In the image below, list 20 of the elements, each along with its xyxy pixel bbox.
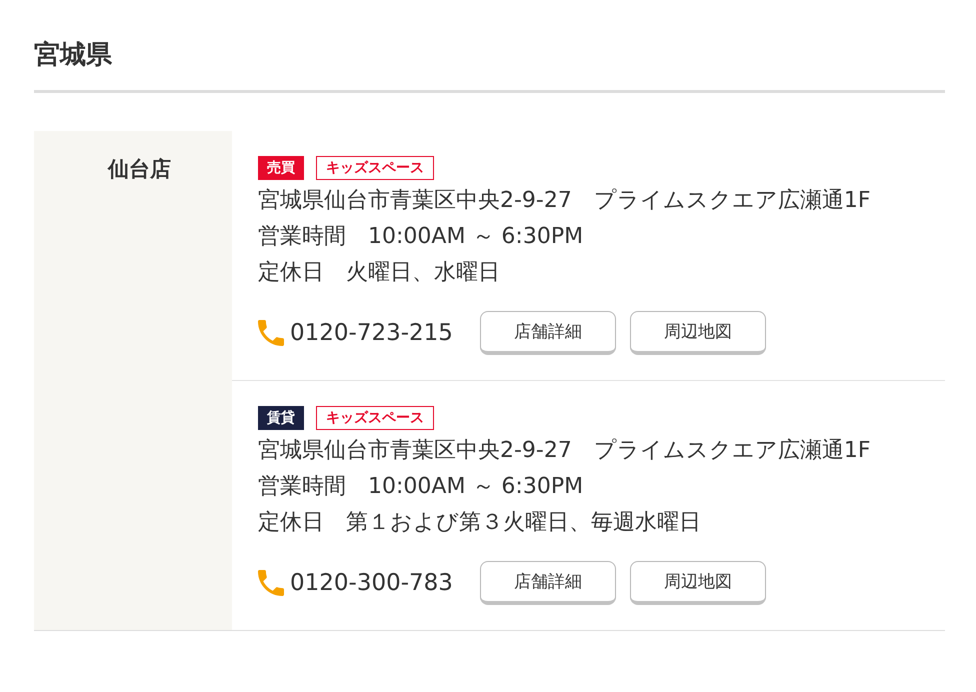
phone-icon bbox=[258, 570, 284, 596]
phone-icon bbox=[258, 320, 284, 346]
category-tag: キッズスペース bbox=[316, 156, 434, 180]
store-address: 宮城県仙台市青葉区中央2-9-27 プライムスクエア広瀬通1F bbox=[258, 187, 871, 215]
store-details-button[interactable]: 店舗詳細 bbox=[480, 561, 616, 605]
area-map-button[interactable]: 周辺地図 bbox=[630, 311, 766, 355]
category-tag: 賃貸 bbox=[258, 406, 304, 430]
store-name: 仙台店 bbox=[108, 156, 171, 183]
store-details-button[interactable]: 店舗詳細 bbox=[480, 311, 616, 355]
prefecture-heading: 宮城県 bbox=[34, 0, 945, 93]
category-tag: キッズスペース bbox=[316, 406, 434, 430]
business-hours: 営業時間 10:00AM ～ 6:30PM bbox=[258, 473, 584, 501]
phone-number: 0120-723-215 bbox=[290, 319, 454, 348]
phone-number: 0120-300-783 bbox=[290, 569, 454, 598]
category-tag: 売買 bbox=[258, 156, 304, 180]
store-address: 宮城県仙台市青葉区中央2-9-27 プライムスクエア広瀬通1F bbox=[258, 437, 871, 465]
closing-days: 定休日 火曜日、水曜日 bbox=[258, 255, 500, 291]
business-hours: 営業時間 10:00AM ～ 6:30PM bbox=[258, 223, 584, 251]
closing-days: 定休日 第１および第３火曜日、毎週水曜日 bbox=[258, 505, 701, 541]
area-map-button[interactable]: 周辺地図 bbox=[630, 561, 766, 605]
